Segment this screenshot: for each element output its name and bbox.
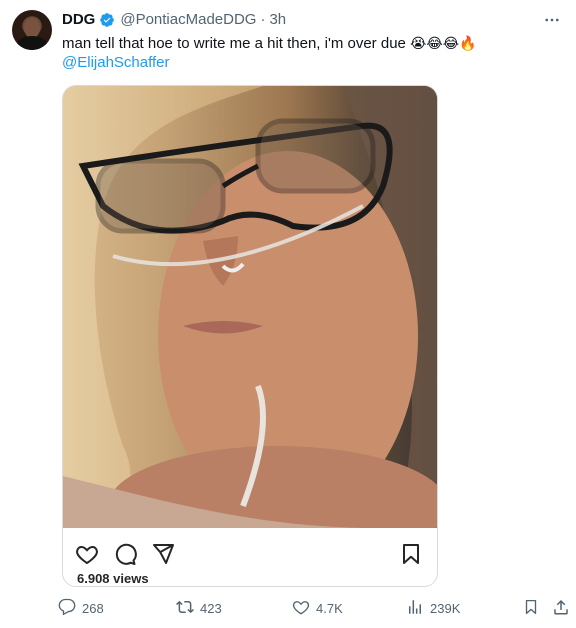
tweet-body: man tell that hoe to write me a hit then…: [62, 35, 406, 52]
retweet-icon: [176, 598, 200, 619]
retweet-count: 423: [200, 601, 222, 616]
bookmark-outline-icon: [522, 598, 546, 619]
reply-button[interactable]: 268: [58, 598, 104, 619]
views-count: 239K: [430, 601, 461, 616]
reply-icon: [58, 598, 82, 619]
handle[interactable]: @PontiacMadeDDG: [120, 11, 256, 29]
separator: ·: [260, 11, 266, 28]
verified-badge-icon: [99, 12, 115, 28]
avatar[interactable]: [12, 10, 52, 50]
post-views: 6.908 views: [77, 571, 149, 586]
tweet-text: man tell that hoe to write me a hit then…: [62, 33, 562, 54]
mention-link[interactable]: @ElijahSchaffer: [62, 53, 170, 73]
tweet-header: DDG @PontiacMadeDDG · 3h: [62, 11, 286, 29]
heart-icon[interactable]: [75, 542, 99, 571]
more-options-icon[interactable]: [542, 10, 562, 30]
share-icon[interactable]: [151, 542, 175, 571]
share-button[interactable]: [552, 598, 576, 619]
views-icon: [406, 598, 430, 619]
timestamp[interactable]: 3h: [269, 11, 286, 29]
instagram-action-bar: 6.908 views: [63, 528, 437, 586]
share-upload-icon: [552, 598, 576, 619]
embedded-instagram-card[interactable]: 6.908 views: [62, 85, 438, 587]
post-photo[interactable]: [63, 86, 437, 528]
bookmark-button[interactable]: [522, 598, 546, 619]
tweet-emojis: 😭😂😂🔥: [410, 35, 477, 51]
like-count: 4.7K: [316, 601, 343, 616]
like-icon: [292, 598, 316, 619]
reply-count: 268: [82, 601, 104, 616]
like-button[interactable]: 4.7K: [292, 598, 343, 619]
views-button[interactable]: 239K: [406, 598, 460, 619]
retweet-button[interactable]: 423: [176, 598, 222, 619]
bookmark-icon[interactable]: [399, 542, 423, 571]
tweet-action-bar: 268 423 4.7K 239K: [58, 598, 568, 620]
display-name[interactable]: DDG: [62, 11, 95, 29]
comment-icon[interactable]: [113, 542, 137, 571]
tweet: DDG @PontiacMadeDDG · 3h man tell that h…: [0, 0, 576, 628]
